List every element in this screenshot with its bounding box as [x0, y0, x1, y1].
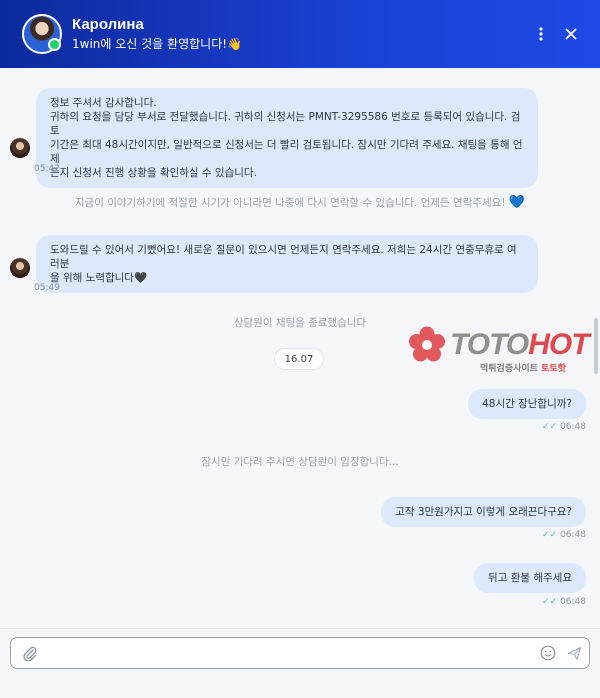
message-meta: ✓✓ 06:48: [542, 597, 586, 607]
emoji-button[interactable]: [537, 642, 559, 664]
system-message: 잠시만 기다려 주시면 상담원이 입장합니다...: [0, 454, 600, 469]
brand-gray: TOTO: [450, 328, 529, 361]
outgoing-message: 48시간 장난합니까?: [468, 389, 586, 419]
brand-red: HOT: [528, 328, 589, 361]
message-time: 05:49: [34, 283, 60, 293]
more-options-button[interactable]: [526, 19, 556, 49]
message-time: 06:48: [560, 597, 586, 607]
composer: [0, 628, 600, 698]
smiley-icon: [540, 645, 556, 661]
system-text: 지금이 이야기하기에 적절한 시기가 아니라면 나중에 다시 연락할 수 있습니…: [74, 197, 506, 209]
watermark-subtitle: 먹튀검증사이트 토토핫: [480, 361, 566, 374]
message-line: 정보 주셔서 감사합니다.: [50, 97, 157, 109]
system-message: 지금이 이야기하기에 적절한 시기가 아니라면 나중에 다시 연락할 수 있습니…: [0, 195, 600, 210]
welcome-status: 1win에 오신 것을 환영합니다!👋: [72, 36, 242, 51]
incoming-message: 도와드릴 수 있어서 기뻤어요! 새로운 질문이 있으시면 언제든지 연락주세요…: [36, 235, 538, 293]
message-list[interactable]: 정보 주셔서 감사합니다. 귀하의 요청을 담당 부서로 전달했습니다. 귀하의…: [0, 68, 600, 630]
message-line: 귀하의 요청을 담당 부서로 전달했습니다. 귀하의 신청서는 PMNT-329…: [50, 111, 521, 137]
read-check-icon: ✓✓: [541, 597, 558, 607]
watermark-brand: TOTOHOT: [450, 328, 590, 362]
paperclip-icon: [23, 646, 37, 661]
flower-logo-icon: [409, 326, 445, 362]
send-icon: [567, 646, 581, 660]
close-icon: [565, 28, 577, 40]
read-check-icon: ✓✓: [541, 422, 558, 432]
message-line: 도와드릴 수 있어서 기뻤어요! 새로운 질문이 있으시면 언제든지 연락주세요…: [50, 244, 517, 270]
more-vertical-icon: [539, 27, 543, 41]
agent-avatar-small: [10, 258, 30, 278]
agent-name: Каролина: [72, 15, 144, 33]
system-text: 상담원이 채팅을 종료했습니다: [233, 317, 367, 329]
message-time: 05:42: [34, 164, 60, 174]
message-input[interactable]: [45, 639, 537, 667]
message-input-box: [10, 637, 590, 669]
outgoing-message: 뒤고 환불 해주세요: [474, 563, 586, 593]
watermark-logo: TOTOHOT 먹튀검증사이트 토토핫: [408, 326, 598, 378]
send-button[interactable]: [563, 642, 585, 664]
message-line: 든지 신청서 진행 상황을 확인하실 수 있습니다.: [50, 167, 257, 179]
agent-info: Каролина 1win에 오신 것을 환영합니다!👋: [72, 16, 526, 53]
message-line: 기간은 최대 48시간이지만, 일반적으로 신청서는 더 빨리 검토됩니다. 잠…: [50, 139, 523, 165]
date-separator: 16.07: [274, 348, 324, 370]
sub-red: 토토핫: [541, 364, 566, 374]
scrollbar-thumb[interactable]: [594, 318, 598, 374]
message-time: 06:48: [560, 530, 586, 540]
blue-heart-icon: 💙: [508, 195, 526, 210]
close-button[interactable]: [556, 19, 586, 49]
sub-gray: 먹튀검증사이트: [480, 364, 538, 374]
system-text: 잠시만 기다려 주시면 상담원이 입장합니다...: [201, 456, 399, 468]
message-line: 을 위해 노력합니다🖤: [50, 272, 148, 284]
attach-button[interactable]: [15, 645, 45, 661]
agent-avatar: [22, 14, 62, 54]
message-meta: ✓✓ 06:48: [542, 530, 586, 540]
message-time: 06:48: [560, 422, 586, 432]
incoming-message: 정보 주셔서 감사합니다. 귀하의 요청을 담당 부서로 전달했습니다. 귀하의…: [36, 88, 538, 188]
chat-header: Каролина 1win에 오신 것을 환영합니다!👋: [0, 0, 600, 68]
agent-avatar-small: [10, 138, 30, 158]
message-meta: ✓✓ 06:48: [542, 422, 586, 432]
read-check-icon: ✓✓: [541, 530, 558, 540]
outgoing-message: 고작 3만원가지고 이렇게 오래끈다구요?: [381, 497, 586, 527]
